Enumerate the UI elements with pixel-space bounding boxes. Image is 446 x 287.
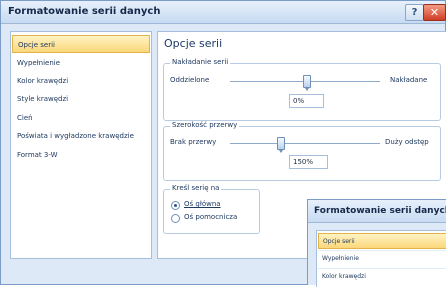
close-button[interactable]: ✕	[423, 4, 446, 21]
primary-axis-label[interactable]: Oś główna	[184, 200, 221, 208]
title-bar[interactable]: Formatowanie serii danych ? ✕	[1, 1, 446, 24]
gap-slider-track[interactable]	[230, 143, 380, 144]
sidebar-item-shadow[interactable]: Cień	[12, 109, 150, 127]
gap-left-label: Brak przerwy	[170, 138, 217, 146]
primary-axis-radio[interactable]	[171, 201, 180, 210]
help-button[interactable]: ?	[405, 4, 424, 21]
plot-series-on-group: Kreśl serię na Oś główna Oś pomocnicza	[163, 184, 260, 234]
sidebar-item-fill[interactable]: Wypełnienie	[12, 54, 150, 72]
sidebar-item-border-color[interactable]: Kolor krawędzi	[12, 72, 150, 90]
sidebar-item-glow-soft-edges[interactable]: Poświata i wygładzone krawędzie	[12, 127, 150, 145]
overlay-item-border-color[interactable]: Kolor krawędzi	[318, 269, 446, 285]
panel-heading: Opcje serii	[164, 37, 223, 50]
gap-width-group: Szerokość przerwy Brak przerwy Duży odst…	[163, 121, 441, 181]
gap-right-label: Duży odstęp	[385, 138, 429, 146]
overlap-left-label: Oddzielone	[170, 76, 210, 84]
sidebar-item-border-styles[interactable]: Style krawędzi	[12, 90, 150, 108]
gap-slider-thumb[interactable]	[277, 137, 285, 153]
overlap-value-input[interactable]: 0%	[289, 94, 324, 108]
plot-series-on-title: Kreśl serię na	[170, 184, 222, 192]
overlay-dialog-title: Formatowanie serii danych	[314, 206, 446, 216]
overlay-title-bar[interactable]: Formatowanie serii danych	[308, 200, 446, 223]
sidebar-item-series-options[interactable]: Opcje serii	[12, 35, 150, 53]
gap-width-group-title: Szerokość przerwy	[170, 121, 240, 129]
secondary-axis-radio[interactable]	[171, 214, 180, 223]
overlap-slider-thumb[interactable]	[303, 75, 311, 91]
overlap-group: Nakładanie serii Oddzielone Nakładane 0%	[163, 58, 441, 121]
overlay-item-series-options[interactable]: Opcje serii	[318, 233, 446, 249]
dialog-title: Formatowanie serii danych	[8, 6, 161, 17]
overlay-item-fill[interactable]: Wypełnienie	[318, 251, 446, 267]
overlap-group-title: Nakładanie serii	[170, 58, 231, 66]
gap-value-input[interactable]: 150%	[289, 155, 328, 169]
secondary-axis-label[interactable]: Oś pomocnicza	[184, 213, 237, 221]
sidebar-item-3d-format[interactable]: Format 3-W	[12, 146, 150, 164]
overlap-right-label: Nakładane	[390, 76, 428, 84]
overlay-category-list: Opcje serii Wypełnienie Kolor krawędzi	[316, 230, 446, 287]
overlay-dialog: Formatowanie serii danych Opcje serii Wy…	[307, 199, 446, 287]
category-sidebar: Opcje serii Wypełnienie Kolor krawędzi S…	[10, 31, 152, 259]
